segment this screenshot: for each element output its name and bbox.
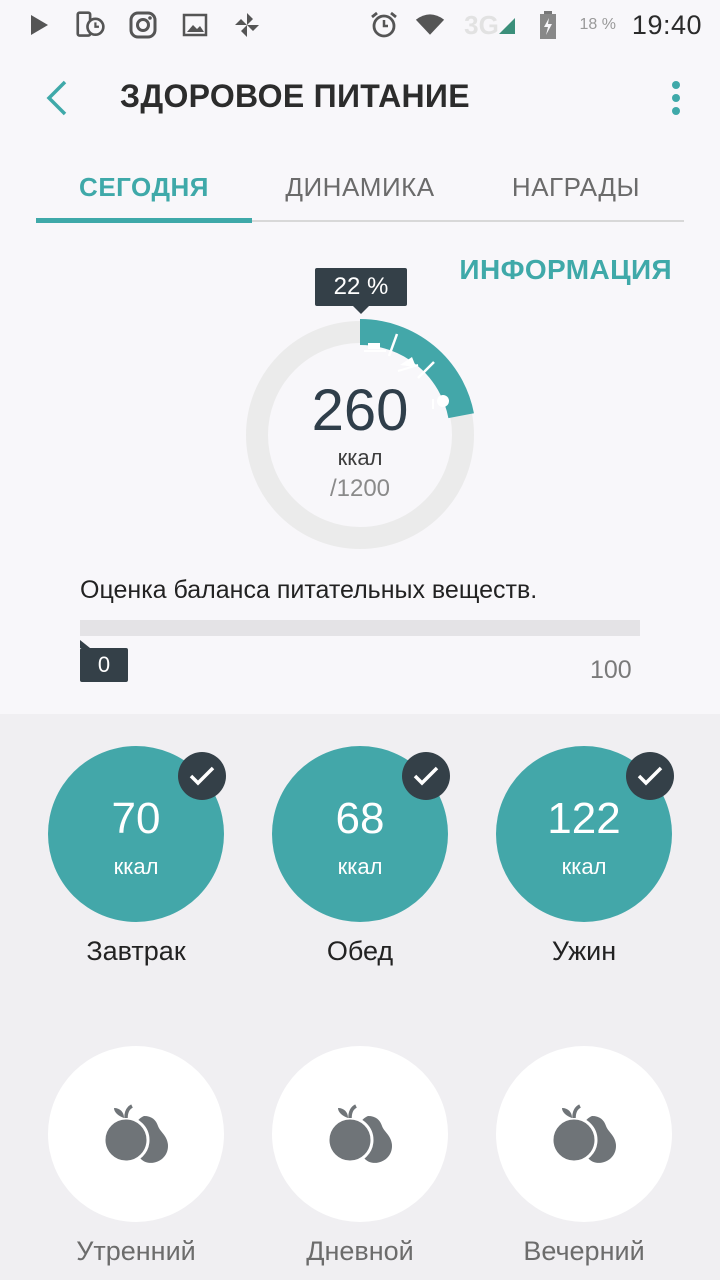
- meal-lunch[interactable]: 68 ккал: [272, 746, 450, 922]
- phone-clock-icon: [76, 10, 106, 40]
- meal-unit: ккал: [113, 854, 159, 879]
- play-store-icon: [24, 10, 54, 40]
- status-bar: 3G 18 % 19:40: [0, 0, 720, 50]
- signal-icon: 3G: [461, 10, 517, 40]
- tab-indicator: [36, 218, 252, 223]
- page-title: ЗДОРОВОЕ ПИТАНИЕ: [120, 78, 470, 114]
- nutrient-balance-bar: [80, 620, 640, 636]
- more-options-button[interactable]: [656, 76, 696, 120]
- meal-dinner[interactable]: 122 ккал: [496, 746, 674, 922]
- check-icon: [626, 752, 674, 800]
- app-bar: ЗДОРОВОЕ ПИТАНИЕ: [0, 50, 720, 146]
- fruit-icon: [326, 1104, 392, 1164]
- fruit-icon: [102, 1104, 168, 1164]
- tab-dynamics[interactable]: ДИНАМИКА: [252, 154, 468, 220]
- battery-percent: 18 %: [579, 16, 616, 33]
- meal-calories: 70: [111, 794, 161, 843]
- calorie-unit: ккал: [337, 445, 383, 470]
- tab-bar: СЕГОДНЯ ДИНАМИКА НАГРАДЫ: [36, 154, 684, 224]
- calorie-goal: /1200: [329, 475, 391, 502]
- nutrient-balance-label: Оценка баланса питательных веществ.: [80, 576, 538, 604]
- alarm-icon: [369, 10, 399, 40]
- network-type: 3G: [464, 9, 499, 40]
- snack-evening[interactable]: [496, 1046, 672, 1222]
- back-arrow-icon: [46, 80, 67, 116]
- meal-breakfast[interactable]: 70 ккал: [48, 746, 226, 922]
- check-icon: [402, 752, 450, 800]
- battery-icon: [533, 10, 563, 40]
- fruit-icon: [550, 1104, 616, 1164]
- information-link[interactable]: ИНФОРМАЦИЯ: [459, 254, 672, 286]
- clock: 19:40: [631, 9, 702, 40]
- snack-afternoon[interactable]: [272, 1046, 448, 1222]
- back-button[interactable]: [34, 76, 78, 120]
- snack-morning[interactable]: [48, 1046, 224, 1222]
- tab-rewards[interactable]: НАГРАДЫ: [468, 154, 684, 220]
- nutrient-balance-max: 100: [590, 656, 632, 684]
- image-icon: [180, 10, 210, 40]
- meal-unit: ккал: [337, 854, 383, 879]
- check-icon: [178, 752, 226, 800]
- snack-label-evening: Вечерний: [523, 1236, 645, 1266]
- meal-calories: 68: [335, 794, 385, 843]
- meal-calories: 122: [547, 794, 621, 843]
- tab-today[interactable]: СЕГОДНЯ: [36, 154, 252, 220]
- meal-label-breakfast: Завтрак: [86, 936, 186, 966]
- snack-label-morning: Утренний: [76, 1236, 196, 1266]
- meal-label-lunch: Обед: [326, 936, 394, 966]
- nutrient-balance-value: 0: [80, 640, 128, 682]
- calorie-value: 260: [311, 378, 409, 443]
- more-vertical-icon: [672, 81, 680, 115]
- pinwheel-icon: [232, 10, 262, 40]
- calorie-ring: 260 ккал /1200: [240, 315, 480, 555]
- meal-label-dinner: Ужин: [551, 936, 617, 966]
- snack-label-afternoon: Дневной: [306, 1236, 414, 1266]
- percent-tooltip: 22 %: [315, 268, 407, 314]
- wifi-icon: [415, 10, 445, 40]
- instagram-icon: [128, 10, 158, 40]
- top-section: ЗДОРОВОЕ ПИТАНИЕ СЕГОДНЯ ДИНАМИКА НАГРАД…: [0, 50, 720, 714]
- meal-unit: ккал: [561, 854, 607, 879]
